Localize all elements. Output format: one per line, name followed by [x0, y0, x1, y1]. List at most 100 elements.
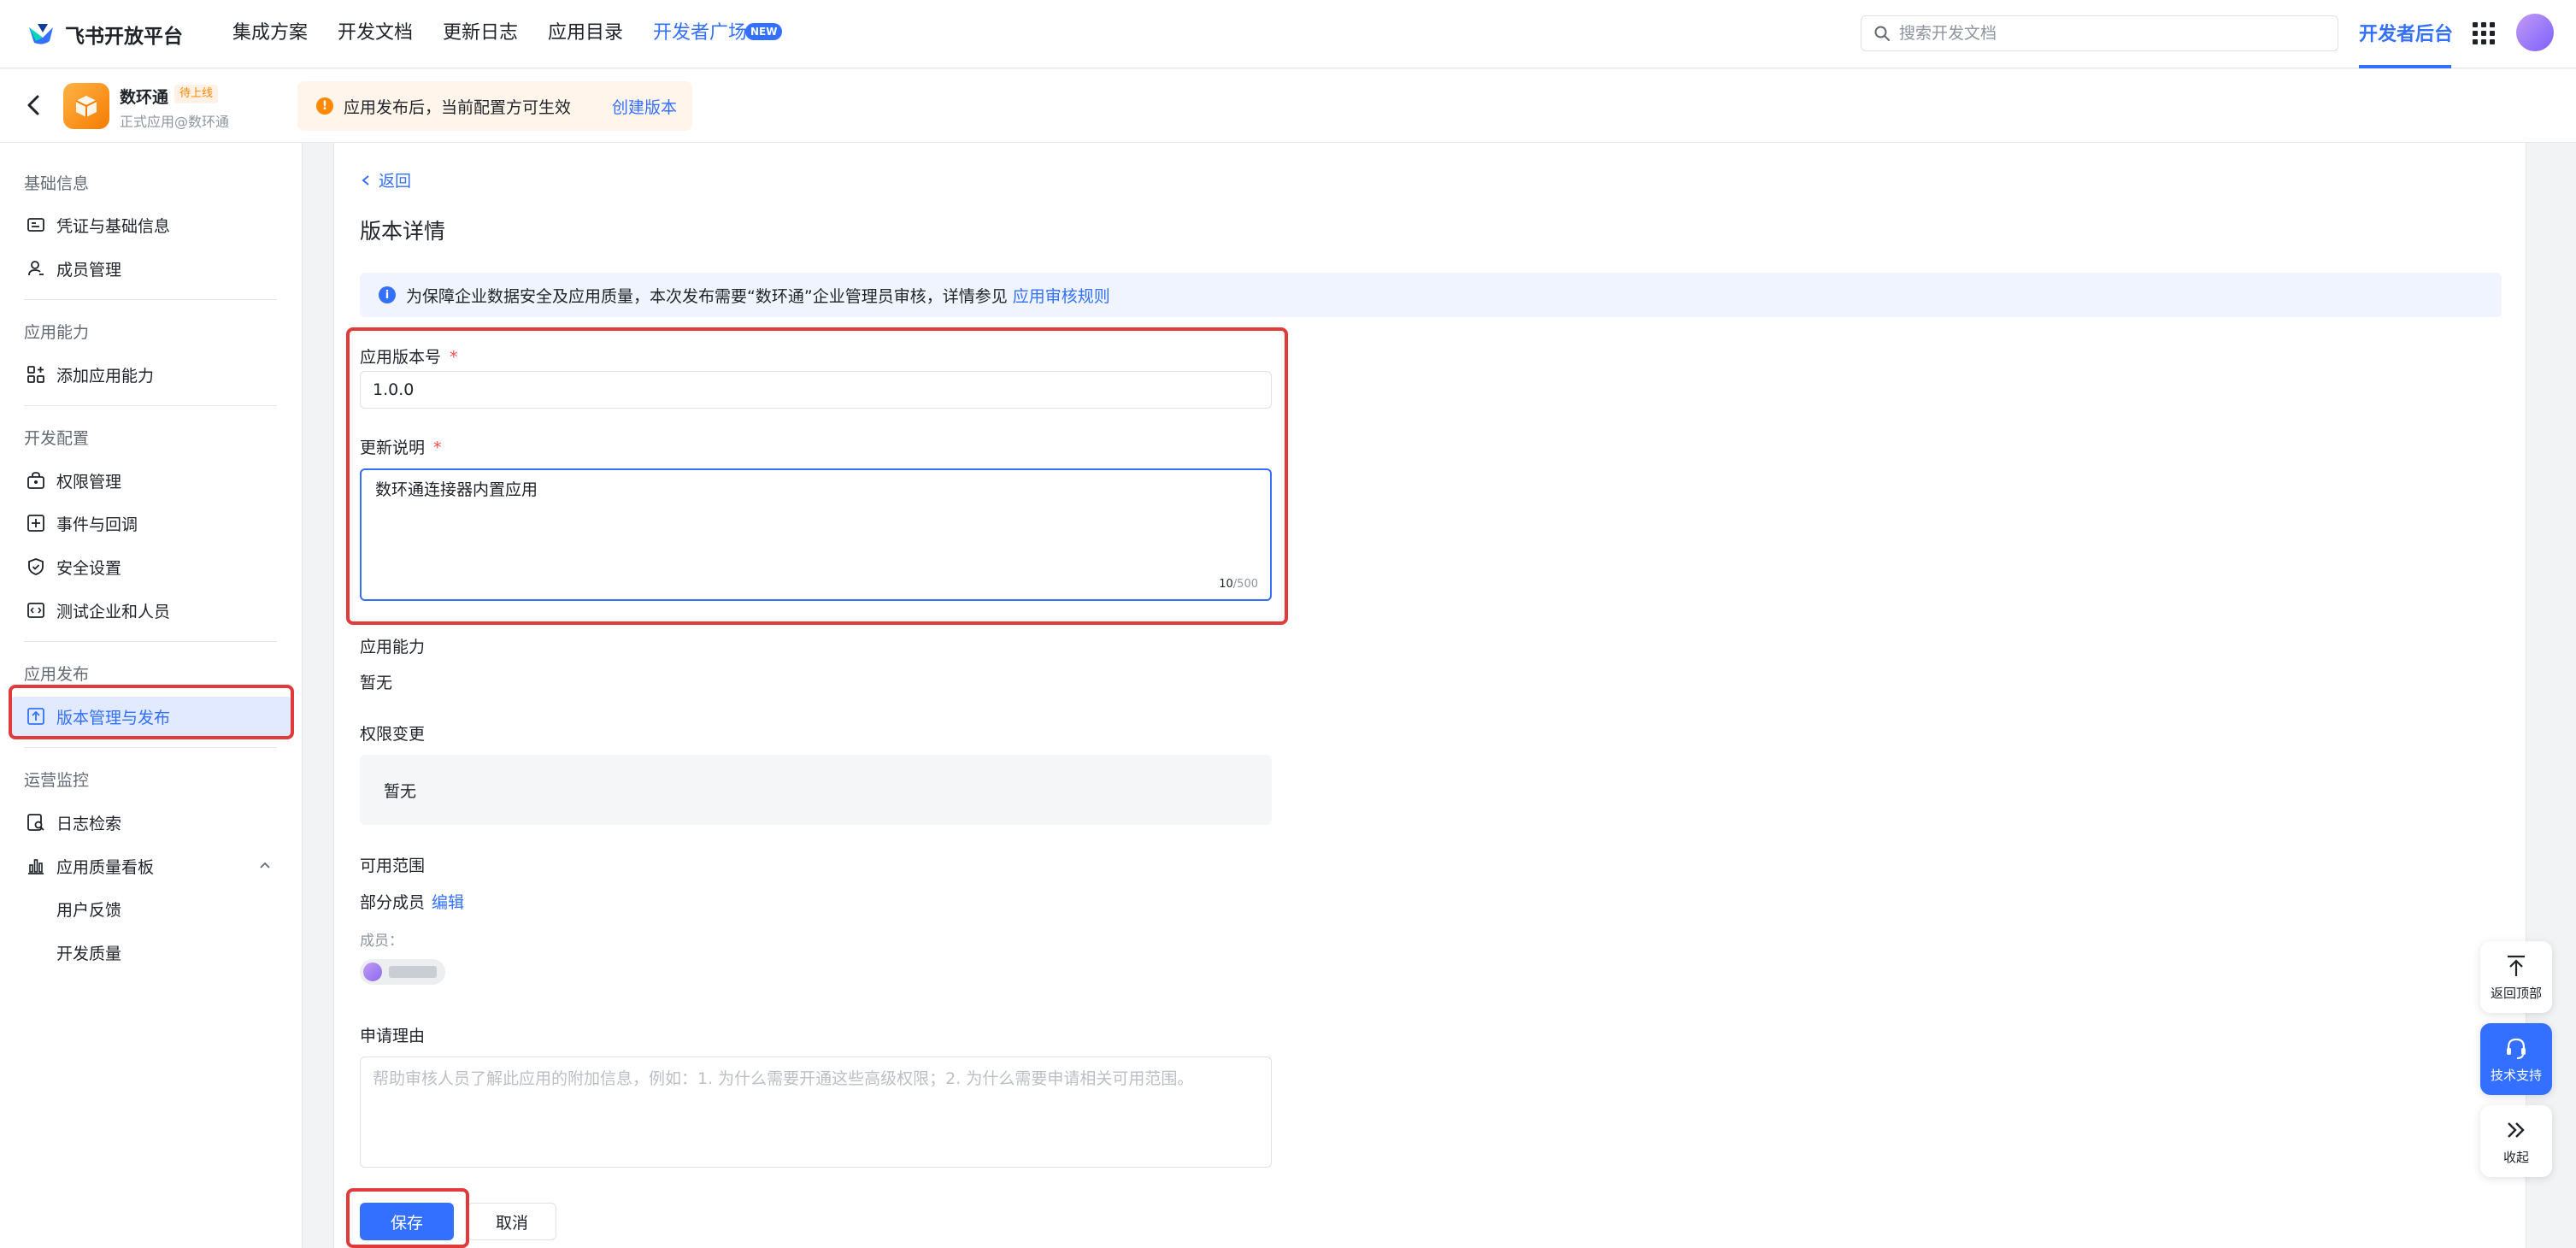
main-content: 返回 版本详情 i 为保障企业数据安全及应用质量，本次发布需要“数环通”企业管理… [333, 143, 2526, 1248]
notice-text: 应用发布后，当前配置方可生效 [344, 97, 572, 117]
review-rules-link[interactable]: 应用审核规则 [1013, 284, 1110, 307]
sidebar-item-test-enterprise[interactable]: 测试企业和人员 [10, 591, 292, 630]
collapse-label: 收起 [2502, 1149, 2529, 1165]
permission-change-label: 权限变更 [360, 725, 426, 744]
sidebar-item-members[interactable]: 成员管理 [10, 249, 292, 288]
log-search-icon [27, 814, 44, 831]
chevron-up-icon[interactable] [258, 859, 272, 873]
permission-icon [27, 472, 44, 489]
sidebar-item-label: 成员管理 [56, 260, 122, 280]
nav-developer-plaza[interactable]: 开发者广场 [653, 21, 747, 46]
feishu-logo[interactable]: 飞书开放平台 [26, 17, 183, 51]
sidebar-item-credentials[interactable]: 凭证与基础信息 [10, 205, 292, 244]
app-icon [63, 83, 109, 129]
search-input[interactable] [1899, 24, 2309, 43]
sidebar-item-label: 权限管理 [56, 472, 122, 492]
cancel-button[interactable]: 取消 [468, 1203, 556, 1240]
create-version-link[interactable]: 创建版本 [612, 95, 677, 118]
developer-console-link[interactable]: 开发者后台 [2359, 19, 2453, 46]
page-title: 版本详情 [360, 219, 446, 244]
brand-name: 飞书开放平台 [65, 26, 183, 48]
scope-edit-link[interactable]: 编辑 [432, 890, 464, 913]
highlight-box-save [346, 1188, 469, 1248]
member-icon [28, 261, 44, 276]
permission-change-value: 暂无 [384, 782, 417, 801]
back-to-top-label: 返回顶部 [2490, 985, 2542, 1001]
info-banner: i 为保障企业数据安全及应用质量，本次发布需要“数环通”企业管理员审核，详情参见… [360, 273, 2502, 317]
nav-app-directory[interactable]: 应用目录 [548, 21, 623, 46]
sidebar-item-label: 测试企业和人员 [56, 602, 171, 621]
sidebar-item-add-capability[interactable]: 添加应用能力 [10, 355, 292, 394]
sidebar-item-label: 开发质量 [56, 944, 122, 963]
sidebar-item-label: 事件与回调 [56, 515, 138, 534]
nav-solutions[interactable]: 集成方案 [232, 21, 308, 46]
back-link-label: 返回 [379, 172, 412, 191]
nav-changelog[interactable]: 更新日志 [443, 21, 518, 46]
app-subtitle: 正式应用@数环通 [120, 114, 230, 130]
back-to-top-button[interactable]: 返回顶部 [2480, 941, 2552, 1013]
reason-label: 申请理由 [360, 1027, 426, 1045]
sidebar-item-security[interactable]: 安全设置 [10, 547, 292, 586]
sidebar-group-dev-config: 开发配置 [24, 429, 90, 448]
back-link[interactable]: 返回 [360, 168, 411, 191]
highlight-box-form [346, 327, 1288, 625]
back-arrow-icon[interactable] [26, 93, 43, 117]
search-box[interactable] [1861, 15, 2338, 51]
search-icon [1874, 26, 1890, 41]
sidebar-divider [24, 747, 277, 748]
highlight-box-sidebar [9, 685, 294, 739]
sidebar-divider [24, 405, 277, 406]
box-icon [75, 96, 97, 117]
warning-icon: ! [316, 97, 333, 115]
tech-support-button[interactable]: 技术支持 [2480, 1023, 2552, 1095]
app-status-badge: 待上线 [174, 85, 219, 103]
sidebar-item-label: 日志检索 [56, 814, 122, 833]
feishu-logo-icon [29, 24, 53, 44]
sidebar-item-label: 用户反馈 [56, 900, 122, 920]
sidebar-item-dev-quality[interactable]: 开发质量 [10, 933, 292, 972]
shield-icon [28, 558, 44, 575]
top-nav: 飞书开放平台 集成方案 开发文档 更新日志 应用目录 开发者广场 NEW 开发者… [0, 0, 2576, 68]
permission-change-box: 暂无 [360, 755, 1272, 825]
nav-docs[interactable]: 开发文档 [338, 21, 413, 46]
sidebar-item-user-feedback[interactable]: 用户反馈 [10, 889, 292, 928]
double-chevron-right-icon [2508, 1121, 2525, 1138]
app-name: 数环通 [120, 88, 169, 107]
app-header: 数环通 待上线 正式应用@数环通 ! 应用发布后，当前配置方可生效 创建版本 [0, 69, 2576, 143]
chart-icon [28, 859, 44, 874]
member-name-blurred [389, 966, 437, 978]
sidebar-item-log-search[interactable]: 日志检索 [10, 803, 292, 842]
collapse-button[interactable]: 收起 [2480, 1105, 2552, 1177]
reason-textarea[interactable] [360, 1057, 1272, 1168]
member-chip [360, 959, 445, 985]
sidebar-item-label: 应用质量看板 [56, 857, 155, 877]
members-label: 成员： [360, 933, 403, 950]
sidebar-group-ops: 运营监控 [24, 771, 90, 790]
new-badge: NEW [745, 23, 783, 40]
user-avatar[interactable] [2516, 14, 2554, 51]
sidebar-item-label: 添加应用能力 [56, 366, 155, 386]
arrow-to-top-icon [2508, 955, 2525, 976]
add-capability-icon [27, 366, 44, 383]
sidebar-group-basic: 基础信息 [24, 174, 90, 193]
scope-label: 可用范围 [360, 857, 426, 875]
test-icon [27, 603, 44, 618]
sidebar-item-quality-board[interactable]: 应用质量看板 [10, 846, 292, 886]
avatar [363, 962, 382, 981]
capability-label: 应用能力 [360, 638, 426, 656]
active-tab-indicator [2359, 65, 2451, 68]
capability-value: 暂无 [360, 674, 393, 692]
sidebar-item-permissions[interactable]: 权限管理 [10, 461, 292, 500]
sidebar-divider [24, 641, 277, 642]
sidebar-divider [24, 299, 277, 300]
publish-notice: ! 应用发布后，当前配置方可生效 创建版本 [297, 81, 692, 131]
sidebar-group-publish: 应用发布 [24, 665, 90, 684]
app-launcher-icon[interactable] [2473, 22, 2495, 44]
sidebar-item-label: 凭证与基础信息 [56, 216, 171, 236]
headset-icon [2507, 1038, 2526, 1059]
sidebar-item-label: 安全设置 [56, 558, 122, 578]
sidebar-group-capability: 应用能力 [24, 323, 90, 342]
info-icon: i [379, 286, 396, 303]
event-icon [27, 515, 44, 532]
sidebar-item-events[interactable]: 事件与回调 [10, 503, 292, 543]
